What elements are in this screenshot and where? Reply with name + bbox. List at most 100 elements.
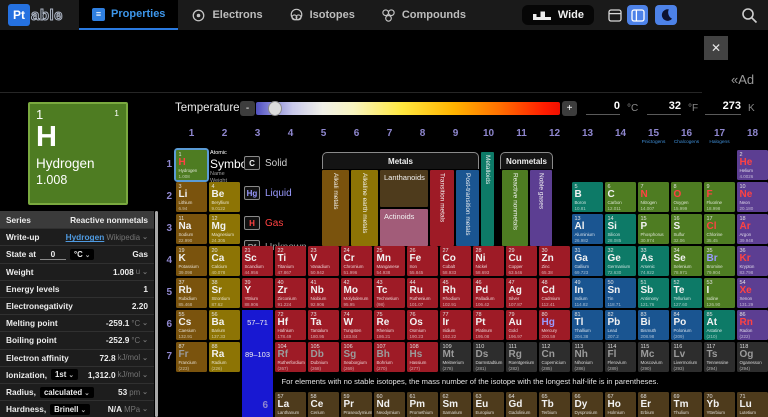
element-tile-Tl[interactable]: 81TlThallium204.38 (572, 310, 603, 340)
temperature-plus-button[interactable]: + (562, 101, 577, 116)
element-tile-Ge[interactable]: 32GeGermanium72.630 (605, 246, 636, 276)
element-tile-Er[interactable]: 68ErErbium167.26 (638, 392, 669, 417)
element-tile-Nh[interactable]: 113NhNihonium(286) (572, 342, 603, 372)
element-tile-Ru[interactable]: 44RuRuthenium101.07 (407, 278, 438, 308)
element-tile-Rf[interactable]: 104RfRutherfordium(267) (275, 342, 306, 372)
element-tile-Hg[interactable]: 80HgMercury200.59 (539, 310, 570, 340)
chevron-down-icon[interactable]: ⌄ (142, 405, 148, 413)
chevron-down-icon[interactable]: ⌄ (142, 336, 148, 344)
category-noble-gases[interactable]: Noble gases (530, 170, 552, 246)
search-button[interactable] (741, 7, 758, 24)
element-tile-Db[interactable]: 105DbDubnium(268) (308, 342, 339, 372)
element-tile-Mo[interactable]: 42MoMolybdenum95.95 (341, 278, 372, 308)
element-tile-Zn[interactable]: 30ZnZinc65.38 (539, 246, 570, 276)
element-tile-Bh[interactable]: 107BhBohrium(270) (374, 342, 405, 372)
category-reactive-nonmetals[interactable]: Reactive nonmetals (502, 170, 528, 246)
element-tile-N[interactable]: 7NNitrogen14.007 (638, 182, 669, 212)
element-tile-Cu[interactable]: 29CuCopper63.546 (506, 246, 537, 276)
element-tile-Co[interactable]: 27CoCobalt58.933 (440, 246, 471, 276)
element-tile-Au[interactable]: 79AuGold196.97 (506, 310, 537, 340)
element-tile-Cl[interactable]: 17ClChlorine35.45 (704, 214, 735, 244)
element-tile-Os[interactable]: 76OsOsmium190.23 (407, 310, 438, 340)
element-tile-Lu[interactable]: 71LuLutetium174.97 (737, 392, 768, 417)
ptable-logo[interactable]: Pt able (8, 4, 63, 26)
element-tile-K[interactable]: 19KPotassium39.098 (176, 246, 207, 276)
element-tile-Nd[interactable]: 60NdNeodymium144.24 (374, 392, 405, 417)
category-post-transition-metals[interactable]: Post-transition metals (456, 170, 479, 246)
element-tile-Fe[interactable]: 26FeIron55.845 (407, 246, 438, 276)
element-tile-Nb[interactable]: 41NbNiobium92.906 (308, 278, 339, 308)
element-tile-Ho[interactable]: 67HoHolmium164.93 (605, 392, 636, 417)
chevron-down-icon[interactable]: ⌄ (142, 319, 148, 327)
selected-element-card[interactable]: 1 1 H Hydrogen 1.008 (28, 102, 128, 205)
element-tile-Tm[interactable]: 69TmThulium168.93 (671, 392, 702, 417)
element-tile-Pb[interactable]: 82PbLead207.2 (605, 310, 636, 340)
element-tile-Al[interactable]: 13AlAluminium26.982 (572, 214, 603, 244)
element-tile-H[interactable]: 1HHydrogen1.008 (176, 150, 207, 180)
element-tile-Hf[interactable]: 72HfHafnium178.49 (275, 310, 306, 340)
element-tile-Rn[interactable]: 86RnRadon(222) (737, 310, 768, 340)
element-tile-Ag[interactable]: 47AgSilver107.87 (506, 278, 537, 308)
layout-vertical-button[interactable] (627, 5, 648, 25)
element-tile-Ir[interactable]: 77IrIridium192.22 (440, 310, 471, 340)
element-tile-Dy[interactable]: 66DyDysprosium162.50 (572, 392, 603, 417)
element-tile-Gd[interactable]: 64GdGadolinium157.25 (506, 392, 537, 417)
element-tile-Pd[interactable]: 46PdPalladium106.42 (473, 278, 504, 308)
property-unit-select[interactable]: 1st ⌄ (51, 369, 78, 380)
element-tile-Sc[interactable]: 21ScScandium44.956 (242, 246, 273, 276)
chevron-down-icon[interactable]: ⌄ (142, 354, 148, 362)
element-tile-Br[interactable]: 35BrBromine79.904 (704, 246, 735, 276)
element-tile-Sg[interactable]: 106SgSeaborgium(269) (341, 342, 372, 372)
temperature-slider-thumb[interactable] (268, 101, 282, 116)
element-tile-Cd[interactable]: 48CdCadmium112.41 (539, 278, 570, 308)
element-tile-Pr[interactable]: 59PrPraseodymium140.91 (341, 392, 372, 417)
lanthanoid-range[interactable]: 57–71 (242, 318, 273, 327)
actinoid-range[interactable]: 89–103 (242, 350, 273, 359)
tab-isotopes[interactable]: Isotopes (276, 0, 368, 30)
temperature-minus-button[interactable]: - (240, 101, 255, 116)
element-tile-Xe[interactable]: 54XeXenon131.29 (737, 278, 768, 308)
category-metalloids[interactable]: Metalloids (481, 152, 494, 246)
element-tile-Ga[interactable]: 31GaGallium69.723 (572, 246, 603, 276)
property-unit-select[interactable]: °C ⌄ (70, 249, 94, 260)
element-tile-Ti[interactable]: 22TiTitanium47.867 (275, 246, 306, 276)
chevron-down-icon[interactable]: ⌄ (142, 388, 148, 396)
element-tile-Mc[interactable]: 115McMoscovium(290) (638, 342, 669, 372)
element-tile-Se[interactable]: 34SeSelenium78.971 (671, 246, 702, 276)
state-legend-liquid[interactable]: HgLiquid (244, 186, 292, 200)
element-tile-Fl[interactable]: 114FlFlerovium(289) (605, 342, 636, 372)
element-tile-C[interactable]: 6CCarbon12.011 (605, 182, 636, 212)
element-tile-B[interactable]: 5BBoron10.81 (572, 182, 603, 212)
element-tile-Zr[interactable]: 40ZrZirconium91.224 (275, 278, 306, 308)
element-tile-Tc[interactable]: 43TcTechnetium(98) (374, 278, 405, 308)
element-tile-He[interactable]: 2HeHelium4.0026 (737, 150, 768, 180)
element-tile-Ta[interactable]: 73TaTantalum180.95 (308, 310, 339, 340)
category-actinoids[interactable]: Actinoids (380, 209, 428, 246)
element-tile-In[interactable]: 49InIndium114.82 (572, 278, 603, 308)
element-tile-Bi[interactable]: 83BiBismuth208.98 (638, 310, 669, 340)
element-tile-Ce[interactable]: 58CeCerium140.12 (308, 392, 339, 417)
metals-header[interactable]: Metals (322, 152, 479, 169)
element-tile-Po[interactable]: 84PoPolonium(209) (671, 310, 702, 340)
tab-compounds[interactable]: Compounds (368, 0, 479, 30)
element-tile-Hs[interactable]: 108HsHassium(277) (407, 342, 438, 372)
element-tile-Y[interactable]: 39YYttrium88.906 (242, 278, 273, 308)
element-tile-Ts[interactable]: 117TsTennessine(294) (704, 342, 735, 372)
element-tile-Be[interactable]: 4BeBeryllium9.0122 (209, 182, 240, 212)
element-tile-Yb[interactable]: 70YbYtterbium173.05 (704, 392, 735, 417)
layout-horizontal-button[interactable] (604, 5, 625, 25)
element-tile-Sr[interactable]: 38SrStrontium87.62 (209, 278, 240, 308)
element-tile-Rh[interactable]: 45RhRhodium102.91 (440, 278, 471, 308)
wide-layout-button[interactable]: Wide (522, 5, 594, 25)
element-tile-Ni[interactable]: 28NiNickel58.693 (473, 246, 504, 276)
element-tile-Sm[interactable]: 62SmSamarium150.36 (440, 392, 471, 417)
state-legend-gas[interactable]: HGas (244, 216, 283, 230)
element-tile-As[interactable]: 33AsArsenic74.922 (638, 246, 669, 276)
element-tile-Si[interactable]: 14SiSilicon28.085 (605, 214, 636, 244)
element-tile-Lv[interactable]: 116LvLivermorium(293) (671, 342, 702, 372)
element-tile-Fr[interactable]: 87FrFrancium(223) (176, 342, 207, 372)
element-tile-Kr[interactable]: 36KrKrypton83.798 (737, 246, 768, 276)
element-tile-Mg[interactable]: 12MgMagnesium24.305 (209, 214, 240, 244)
category-alkaline-earth-metals[interactable]: Alkaline earth metals (351, 170, 378, 246)
element-tile-I[interactable]: 53IIodine126.90 (704, 278, 735, 308)
